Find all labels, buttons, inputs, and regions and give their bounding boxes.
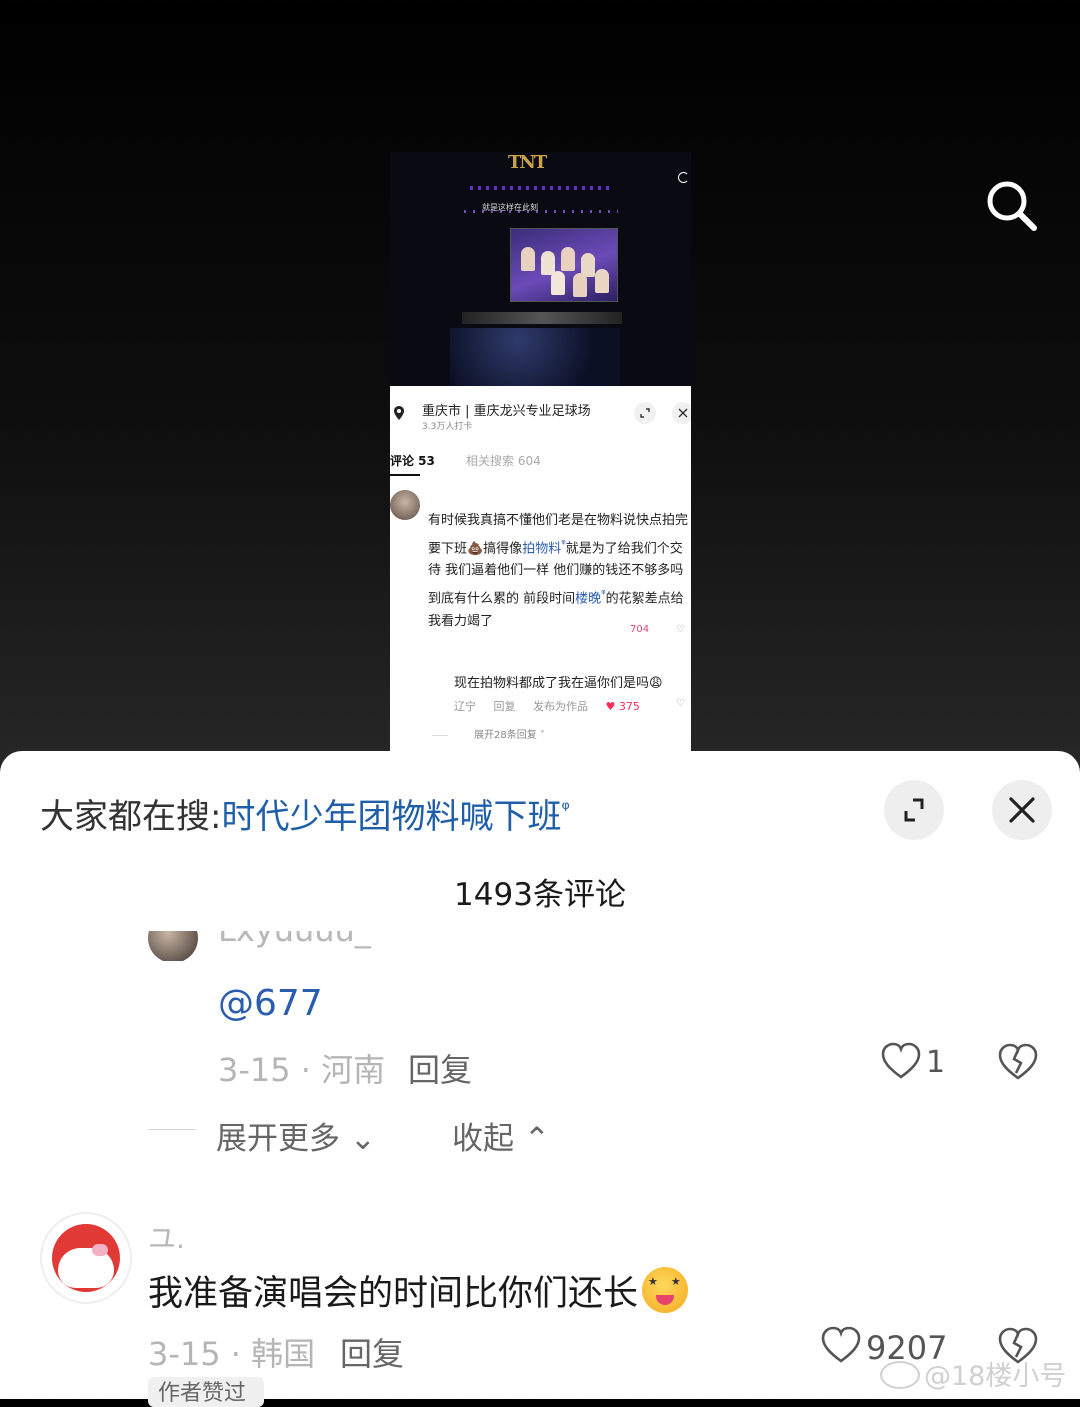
comment-count: 1493条评论 xyxy=(454,877,626,913)
location-subtitle: 3.3万人打卡 xyxy=(422,422,473,432)
search-icon[interactable] xyxy=(982,176,1042,236)
comment-text: 现在拍物料都成了我在逼你们是吗😩 xyxy=(454,676,663,691)
search-link[interactable]: 楼晚 xyxy=(575,591,601,606)
comment-panel: 大家都在搜:时代少年团物料喊下班ᵠ 1493条评论 Lxyuuuu_ @677 … xyxy=(0,751,1080,1407)
heart-icon[interactable]: ♥ xyxy=(606,700,616,713)
stage-lights xyxy=(470,186,610,190)
username[interactable]: Lxyuuuu_ xyxy=(218,931,371,949)
expand-more-button[interactable]: 展开更多 ⌄ xyxy=(216,1113,376,1158)
expand-icon[interactable] xyxy=(884,780,944,840)
reply-button[interactable]: 回复 xyxy=(494,700,516,713)
collapse-button[interactable]: 收起 ⌃ xyxy=(452,1113,550,1158)
comment-meta: 辽宁 回复 发布为作品 ♥ 375 xyxy=(454,700,640,713)
comment-text: 有时候我真搞不懂他们老是在物料说快点拍完要下班💩搞得像拍物料ᵠ就是为了给我们个交… xyxy=(428,513,689,629)
stage-lights-2 xyxy=(464,210,618,213)
hot-search-query[interactable]: 时代少年团物料喊下班 xyxy=(221,797,561,837)
broken-heart-icon[interactable]: ♡ xyxy=(676,698,685,709)
comment-tabs: 评论 53 相关搜索 604 xyxy=(390,452,541,476)
embedded-screenshot: TNT 就是这样在此刻 重庆市 | 重庆龙兴专业足球场 3.3万人打卡 评论 5… xyxy=(390,152,691,752)
stage xyxy=(462,312,622,324)
tab-comments[interactable]: 评论 53 xyxy=(390,454,435,468)
comment-text: 我准备演唱会的时间比你们还长 xyxy=(148,1265,689,1316)
location-pin-icon xyxy=(394,406,404,420)
heart-icon xyxy=(821,1326,861,1363)
author-liked-badge: 作者赞过 xyxy=(148,1377,264,1407)
like-count: 704 xyxy=(630,624,650,635)
close-icon[interactable] xyxy=(992,780,1052,840)
reply-button[interactable]: 回复 xyxy=(408,1045,472,1091)
stage-screen xyxy=(510,228,618,302)
username[interactable]: ユ. xyxy=(148,1217,185,1257)
expand-replies[interactable]: 展开28条回复 ˅ xyxy=(454,726,545,741)
like-button[interactable]: 1 xyxy=(880,1041,945,1083)
location-title: 重庆市 | 重庆龙兴专业足球场 xyxy=(422,404,591,419)
comment-date-location: 3-15 · 韩国 xyxy=(148,1335,316,1373)
reply-button[interactable]: 回复 xyxy=(340,1329,404,1375)
comment-date-location: 3-15 · 河南 xyxy=(218,1051,386,1089)
heart-icon xyxy=(881,1042,921,1079)
close-icon[interactable] xyxy=(672,402,691,424)
broken-heart-icon[interactable]: ♡ xyxy=(676,624,685,635)
concert-video[interactable]: TNT 就是这样在此刻 xyxy=(390,152,691,386)
avatar[interactable] xyxy=(390,490,420,520)
tab-related-search[interactable]: 相关搜索 604 xyxy=(466,452,546,469)
crowd xyxy=(450,328,620,386)
chevron-down-icon: ⌄ xyxy=(349,1121,376,1157)
like-count: 1 xyxy=(926,1045,946,1080)
expand-icon[interactable] xyxy=(634,402,656,424)
dislike-button[interactable] xyxy=(996,1041,1040,1087)
refresh-icon[interactable] xyxy=(678,172,689,183)
publish-button[interactable]: 发布为作品 xyxy=(533,700,588,713)
hot-search[interactable]: 大家都在搜:时代少年团物料喊下班ᵠ xyxy=(40,789,570,838)
like-count: 375 xyxy=(618,700,640,713)
weibo-logo-icon xyxy=(880,1361,920,1389)
reply-controls: 展开更多 ⌄ 收起 ⌃ xyxy=(148,1113,748,1157)
video-logo: TNT xyxy=(508,152,547,173)
broken-heart-icon xyxy=(998,1043,1038,1080)
mention-link[interactable]: @677 xyxy=(218,983,323,1024)
hot-search-label: 大家都在搜: xyxy=(40,797,222,837)
avatar[interactable] xyxy=(148,931,198,961)
reply-user: Lxyuuuu_ xyxy=(148,931,448,961)
search-link[interactable]: 拍物料 xyxy=(522,541,561,556)
chevron-up-icon: ⌃ xyxy=(523,1121,550,1157)
star-eyes-emoji-icon xyxy=(642,1267,689,1313)
location-bar[interactable]: 重庆市 | 重庆龙兴专业足球场 3.3万人打卡 xyxy=(390,386,691,442)
search-icon: ᵠ xyxy=(561,796,570,821)
avatar[interactable] xyxy=(40,1212,132,1304)
like-button[interactable]: 9207 xyxy=(820,1325,947,1367)
watermark: @18楼小号 xyxy=(880,1354,1066,1393)
